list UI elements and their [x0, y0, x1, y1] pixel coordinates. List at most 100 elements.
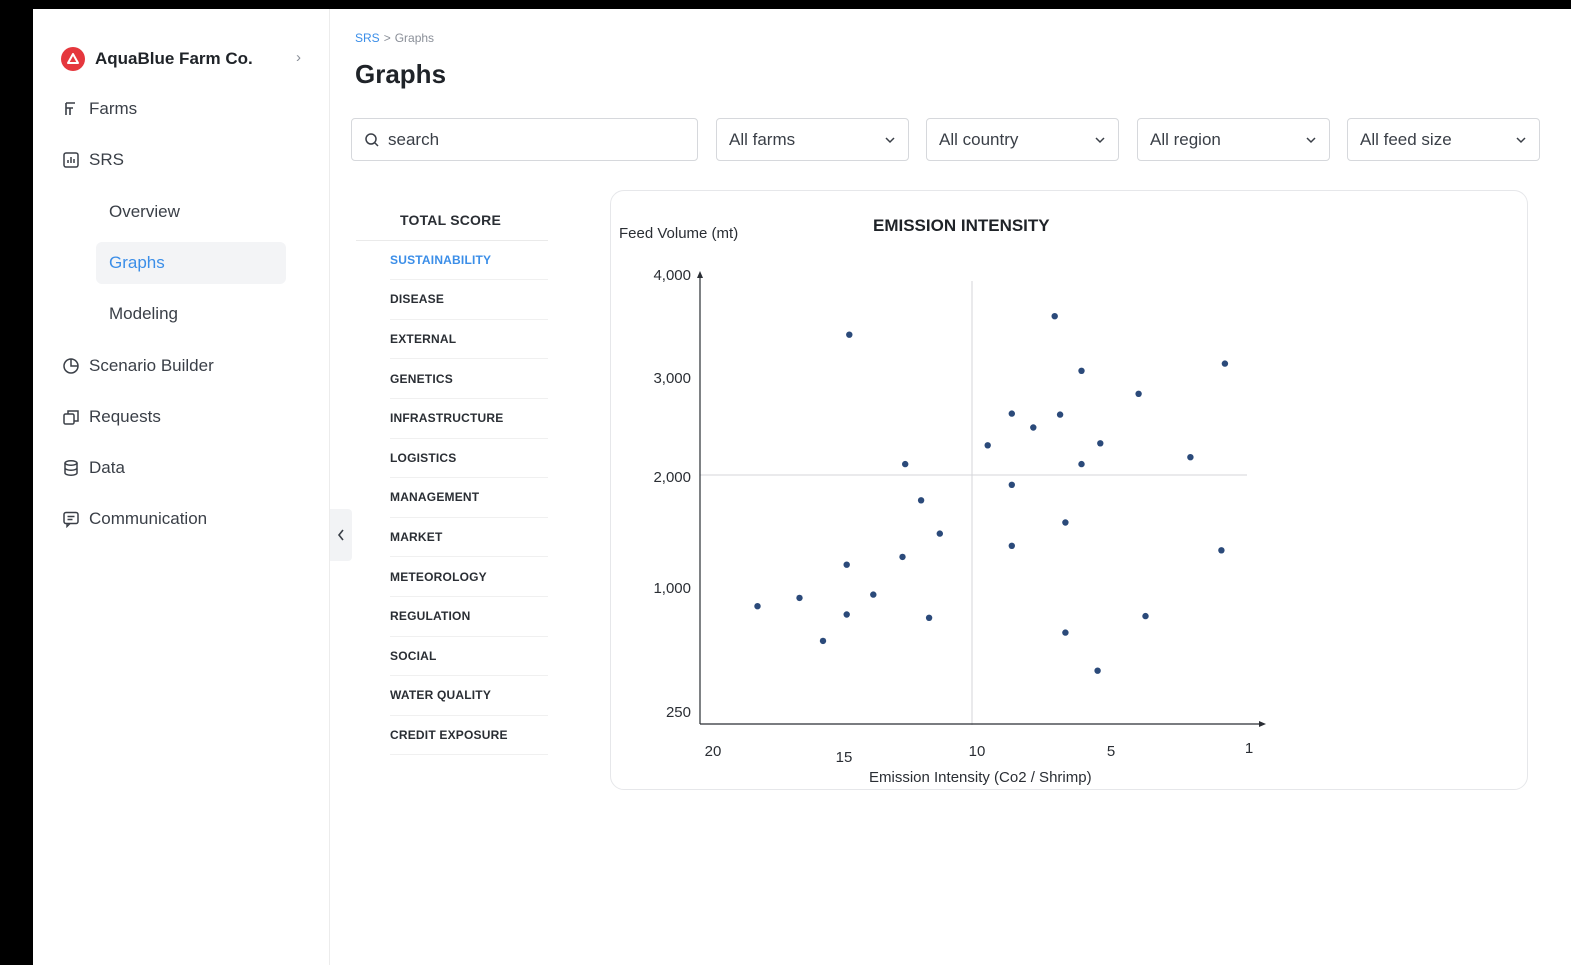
- x-axis-arrow: [1259, 721, 1266, 727]
- collapse-sidebar-button[interactable]: [330, 509, 352, 561]
- scatter-point[interactable]: [1062, 519, 1069, 526]
- scatter-point[interactable]: [843, 611, 850, 618]
- scatter-point[interactable]: [1078, 460, 1085, 468]
- scatter-point[interactable]: [1097, 440, 1104, 447]
- nav-label: Data: [89, 458, 125, 477]
- scatter-point[interactable]: [917, 497, 925, 504]
- x-tick-label: 5: [1107, 743, 1115, 760]
- scatter-point[interactable]: [1030, 424, 1037, 431]
- sub-modeling[interactable]: Modeling: [96, 293, 286, 335]
- category-item[interactable]: GENETICS: [390, 359, 548, 399]
- nav-label: Farms: [89, 99, 138, 118]
- scatter-point[interactable]: [902, 460, 909, 468]
- org-name: AquaBlue Farm Co.: [95, 49, 253, 68]
- x-axis-label: Emission Intensity (Co2 / Shrimp): [869, 769, 1092, 786]
- scatter-point[interactable]: [796, 594, 803, 602]
- category-total-score[interactable]: TOTAL SCORE: [356, 201, 548, 241]
- nav-data[interactable]: Data: [61, 455, 125, 481]
- category-item[interactable]: MARKET: [390, 518, 548, 558]
- nav-requests[interactable]: Requests: [61, 404, 161, 430]
- app-window: AquaBlue Farm Co. › Farms SRS Overview G…: [33, 9, 1571, 965]
- sidebar: AquaBlue Farm Co. › Farms SRS Overview G…: [33, 9, 330, 965]
- database-icon: [61, 458, 81, 478]
- scatter-point[interactable]: [1218, 547, 1225, 554]
- sub-graphs[interactable]: Graphs: [96, 242, 286, 284]
- category-item[interactable]: LOGISTICS: [390, 439, 548, 479]
- y-tick-label: 1,000: [653, 580, 691, 597]
- nav-srs[interactable]: SRS: [61, 147, 124, 173]
- scatter-point[interactable]: [1142, 612, 1149, 620]
- farms-select[interactable]: All farms: [716, 118, 909, 161]
- search-icon: [365, 132, 379, 147]
- scatter-point[interactable]: [1062, 629, 1069, 636]
- scatter-point[interactable]: [984, 442, 991, 449]
- y-axis-arrow: [697, 271, 703, 278]
- sub-overview[interactable]: Overview: [96, 191, 286, 233]
- x-tick-label: 20: [705, 743, 722, 760]
- nav-farms[interactable]: Farms: [61, 96, 137, 122]
- category-item[interactable]: SOCIAL: [390, 637, 548, 677]
- scatter-point[interactable]: [1008, 481, 1015, 488]
- category-item[interactable]: INFRASTRUCTURE: [390, 399, 548, 439]
- category-item[interactable]: MANAGEMENT: [390, 478, 548, 518]
- search-box[interactable]: [351, 118, 698, 161]
- category-item[interactable]: SUSTAINABILITY: [390, 241, 548, 281]
- y-tick-label: 250: [666, 704, 691, 721]
- scatter-point[interactable]: [1221, 360, 1229, 367]
- scatter-point[interactable]: [1056, 411, 1064, 418]
- category-item[interactable]: EXTERNAL: [390, 320, 548, 360]
- scatter-point[interactable]: [925, 614, 933, 621]
- scatter-point[interactable]: [936, 530, 943, 537]
- scatter-point[interactable]: [1078, 367, 1085, 374]
- x-tick-label: 15: [836, 749, 853, 766]
- scatter-point[interactable]: [1051, 313, 1058, 320]
- country-select[interactable]: All country: [926, 118, 1119, 161]
- category-item[interactable]: METEOROLOGY: [390, 557, 548, 597]
- nav-scenario-builder[interactable]: Scenario Builder: [61, 353, 214, 379]
- category-item[interactable]: CREDIT EXPOSURE: [390, 716, 548, 756]
- scatter-point[interactable]: [819, 637, 827, 645]
- scatter-point[interactable]: [843, 561, 850, 568]
- nav-label: Scenario Builder: [89, 356, 214, 375]
- breadcrumb-srs[interactable]: SRS: [355, 31, 380, 45]
- x-tick-label: 1: [1245, 740, 1253, 757]
- category-item[interactable]: DISEASE: [390, 280, 548, 320]
- scatter-point[interactable]: [846, 331, 853, 338]
- feed-size-select[interactable]: All feed size: [1347, 118, 1540, 161]
- select-value: All farms: [729, 129, 796, 149]
- nav-label: SRS: [89, 150, 124, 169]
- chevron-down-icon: [1306, 136, 1316, 143]
- pie-clock-icon: [61, 356, 81, 376]
- scatter-point[interactable]: [1187, 454, 1194, 461]
- breadcrumb-current: Graphs: [394, 31, 435, 45]
- scatter-point[interactable]: [1094, 667, 1101, 674]
- category-item[interactable]: REGULATION: [390, 597, 548, 637]
- chart-title: EMISSION INTENSITY: [873, 216, 1050, 235]
- org-logo-icon: [61, 47, 85, 71]
- chart-box-icon: [61, 150, 81, 170]
- breadcrumb: SRS > Graphs: [355, 31, 434, 45]
- search-input[interactable]: [388, 129, 688, 150]
- select-value: All feed size: [1360, 129, 1452, 149]
- y-axis-label: Feed Volume (mt): [619, 225, 738, 242]
- chevron-left-icon: [337, 529, 344, 541]
- farm-icon: [61, 99, 81, 119]
- scatter-point[interactable]: [870, 591, 877, 598]
- nav-communication[interactable]: Communication: [61, 506, 207, 532]
- select-value: All country: [939, 129, 1019, 149]
- scatter-point[interactable]: [1008, 410, 1015, 417]
- x-tick-label: 10: [969, 743, 986, 760]
- scatter-point[interactable]: [1135, 390, 1142, 397]
- chevron-down-icon: [1095, 136, 1105, 143]
- page-title: Graphs: [355, 59, 447, 89]
- region-select[interactable]: All region: [1137, 118, 1330, 161]
- chart-card: EMISSION INTENSITY Feed Volume (mt) Emis…: [610, 190, 1528, 790]
- requests-icon: [61, 407, 81, 427]
- org-switcher[interactable]: AquaBlue Farm Co. ›: [61, 46, 301, 72]
- message-icon: [61, 509, 81, 529]
- scatter-point[interactable]: [899, 553, 906, 561]
- scatter-point[interactable]: [1008, 542, 1015, 549]
- scatter-chart: EMISSION INTENSITY Feed Volume (mt) Emis…: [619, 216, 1266, 786]
- category-item[interactable]: WATER QUALITY: [390, 676, 548, 716]
- scatter-point[interactable]: [754, 603, 761, 610]
